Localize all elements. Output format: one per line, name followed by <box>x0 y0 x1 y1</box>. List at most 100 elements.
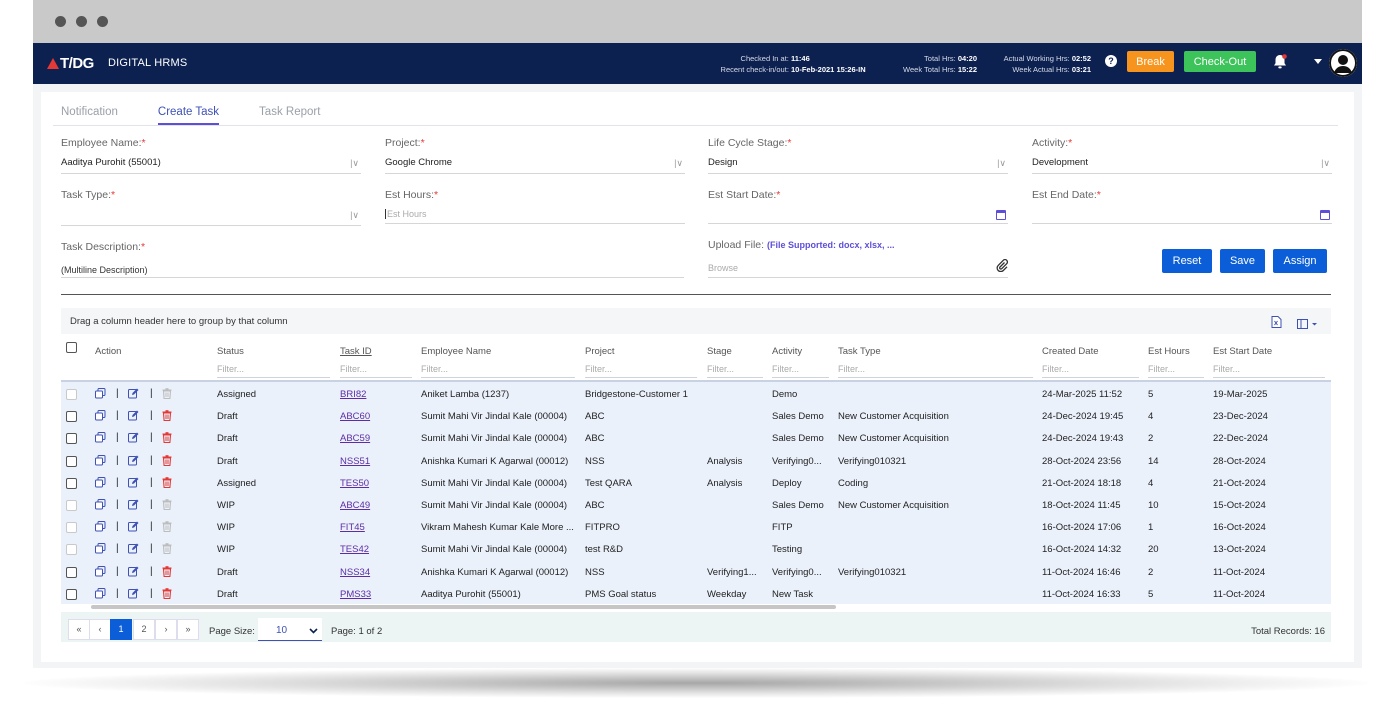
row-checkbox[interactable] <box>66 411 77 423</box>
table-row[interactable]: | | Draft ABC59 Sumit Mahi Vir Jindal Kale (… <box>61 428 1331 450</box>
cell-task-id[interactable]: NSS34 <box>340 567 412 578</box>
checkout-button[interactable]: Check-Out <box>1184 51 1256 72</box>
edit-icon[interactable] <box>128 588 139 602</box>
paperclip-icon[interactable] <box>996 259 1008 277</box>
filter-employee-input[interactable]: Filter... <box>421 361 575 378</box>
clone-icon[interactable] <box>95 587 106 602</box>
browse-input[interactable]: Browse <box>708 263 738 273</box>
window-close-dot[interactable] <box>55 16 66 27</box>
filter-project-input[interactable]: Filter... <box>585 361 697 378</box>
table-row[interactable]: | | Draft NSS51 Anishka Kumari K Agarwal (00… <box>61 451 1331 473</box>
column-header-created-date[interactable]: Created Date <box>1042 346 1099 357</box>
window-minimize-dot[interactable] <box>76 16 87 27</box>
chevron-down-icon[interactable]: |∨ <box>350 210 359 221</box>
edit-icon[interactable] <box>128 477 139 491</box>
row-checkbox[interactable] <box>66 433 77 445</box>
bell-icon[interactable] <box>1271 53 1289 76</box>
next-page-button[interactable]: › <box>155 619 177 640</box>
delete-icon[interactable] <box>162 388 172 402</box>
edit-icon[interactable] <box>128 432 139 446</box>
row-checkbox[interactable] <box>66 477 77 489</box>
break-button[interactable]: Break <box>1127 51 1174 72</box>
logo[interactable]: T/DG <box>47 55 94 72</box>
task-description-input[interactable]: (Multiline Description) <box>61 265 148 275</box>
column-header-action[interactable]: Action <box>95 346 121 357</box>
filter-created-date-input[interactable]: Filter... <box>1042 361 1139 378</box>
user-menu-chevron-down-icon[interactable] <box>1314 59 1322 64</box>
table-row[interactable]: | | Draft PMS33 Aaditya Purohit (55001) PMS G… <box>61 584 1331 606</box>
column-header-employee-name[interactable]: Employee Name <box>421 346 491 357</box>
lifecycle-stage-field[interactable]: Life Cycle Stage:* Design |∨ <box>708 137 1008 175</box>
row-checkbox[interactable] <box>66 500 77 511</box>
clone-icon[interactable] <box>95 499 106 513</box>
edit-icon[interactable] <box>128 388 139 402</box>
first-page-button[interactable]: « <box>68 619 90 640</box>
est-end-date-field[interactable]: Est End Date:* <box>1032 189 1332 227</box>
employee-name-field[interactable]: Employee Name:* Aaditya Purohit (55001) … <box>61 137 361 175</box>
window-maximize-dot[interactable] <box>97 16 108 27</box>
table-row[interactable]: | | WIP FIT45 Vikram Mahesh Kumar Kale More … <box>61 517 1331 539</box>
horizontal-scrollbar-thumb[interactable] <box>91 605 836 609</box>
cell-task-id[interactable]: BRI82 <box>340 389 412 400</box>
filter-stage-input[interactable]: Filter... <box>707 361 763 378</box>
cell-task-id[interactable]: FIT45 <box>340 522 412 533</box>
delete-icon[interactable] <box>162 454 172 469</box>
delete-icon[interactable] <box>162 432 172 446</box>
cell-task-id[interactable]: TES42 <box>340 544 412 555</box>
row-checkbox[interactable] <box>66 544 77 556</box>
column-header-task-type[interactable]: Task Type <box>838 346 881 357</box>
clone-icon[interactable] <box>95 565 106 580</box>
column-header-est-hours[interactable]: Est Hours <box>1148 346 1190 357</box>
delete-icon[interactable] <box>162 499 172 513</box>
chevron-down-icon[interactable]: |∨ <box>350 158 359 169</box>
table-row[interactable]: | | Assigned BRI82 Aniket Lamba (1237) Bridge… <box>61 384 1331 406</box>
chevron-down-icon[interactable]: |∨ <box>1321 158 1330 169</box>
page-1-button[interactable]: 1 <box>110 619 132 640</box>
column-header-project[interactable]: Project <box>585 346 615 357</box>
select-all-checkbox[interactable] <box>66 342 77 353</box>
column-header-task-id[interactable]: Task ID <box>340 346 372 357</box>
edit-icon[interactable] <box>128 410 139 424</box>
lifecycle-stage-value[interactable]: Design <box>708 157 738 168</box>
last-page-button[interactable]: » <box>177 619 199 640</box>
filter-est-start-input[interactable]: Filter... <box>1213 361 1325 378</box>
activity-value[interactable]: Development <box>1032 157 1088 168</box>
column-header-status[interactable]: Status <box>217 346 244 357</box>
filter-status-input[interactable]: Filter... <box>217 361 330 378</box>
reset-button[interactable]: Reset <box>1162 249 1212 273</box>
tab-task-report[interactable]: Task Report <box>259 106 320 125</box>
row-checkbox[interactable] <box>66 389 77 400</box>
edit-icon[interactable] <box>128 543 139 557</box>
filter-activity-input[interactable]: Filter... <box>772 361 829 378</box>
assign-button[interactable]: Assign <box>1273 249 1327 273</box>
clone-icon[interactable] <box>95 521 106 535</box>
page-2-button[interactable]: 2 <box>133 619 155 640</box>
table-row[interactable]: | | Assigned TES50 Sumit Mahi Vir Jindal Kal… <box>61 473 1331 495</box>
prev-page-button[interactable]: ‹ <box>89 619 111 640</box>
calendar-icon[interactable] <box>996 210 1006 220</box>
clone-icon[interactable] <box>95 432 106 446</box>
column-header-est-start-date[interactable]: Est Start Date <box>1213 346 1272 357</box>
chevron-down-icon[interactable]: |∨ <box>997 158 1006 169</box>
row-checkbox[interactable] <box>66 455 77 467</box>
clone-icon[interactable] <box>95 476 106 491</box>
clone-icon[interactable] <box>95 410 106 424</box>
table-row[interactable]: | | WIP ABC49 Sumit Mahi Vir Jindal Kale (00… <box>61 495 1331 517</box>
edit-icon[interactable] <box>128 499 139 513</box>
row-checkbox[interactable] <box>66 522 77 534</box>
delete-icon[interactable] <box>162 476 172 491</box>
table-row[interactable]: | | Draft ABC60 Sumit Mahi Vir Jindal Kale (… <box>61 406 1331 428</box>
page-size-select[interactable]: 10 <box>258 618 322 641</box>
edit-icon[interactable] <box>128 455 139 469</box>
clone-icon[interactable] <box>95 543 106 557</box>
est-hours-field[interactable]: Est Hours:* Est Hours <box>385 189 685 227</box>
cell-task-id[interactable]: ABC59 <box>340 433 412 444</box>
table-row[interactable]: | | Draft NSS34 Anishka Kumari K Agarwal (00… <box>61 562 1331 584</box>
edit-icon[interactable] <box>128 566 139 580</box>
column-header-activity[interactable]: Activity <box>772 346 802 357</box>
columns-icon[interactable] <box>1297 316 1319 334</box>
tab-create-task[interactable]: Create Task <box>157 106 220 125</box>
cell-task-id[interactable]: ABC49 <box>340 500 412 511</box>
cell-task-id[interactable]: TES50 <box>340 478 412 489</box>
avatar[interactable] <box>1329 49 1357 77</box>
